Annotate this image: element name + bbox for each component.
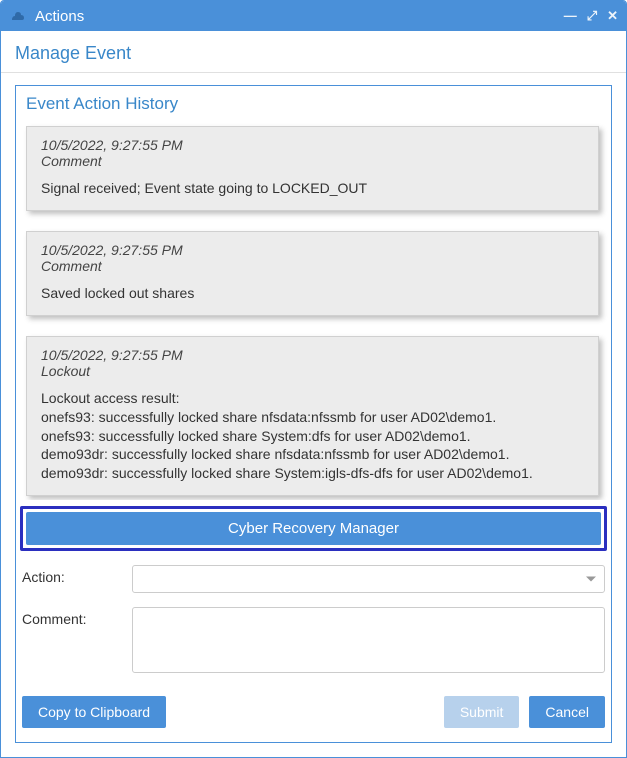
entry-message: Saved locked out shares [41,284,584,303]
maximize-button[interactable]: ⤢ [587,8,597,24]
cyber-recovery-wrap: Cyber Recovery Manager [20,506,607,551]
comment-textarea[interactable] [132,607,605,673]
copy-clipboard-button[interactable]: Copy to Clipboard [22,696,166,728]
entry-message: Lockout access result: onefs93: successf… [41,389,584,483]
entry-timestamp: 10/5/2022, 9:27:55 PM [41,242,584,258]
cyber-recovery-button[interactable]: Cyber Recovery Manager [26,512,601,545]
chevron-down-icon [586,577,596,582]
page-title: Manage Event [1,31,626,73]
actions-window: Actions — ⤢ ✕ Manage Event Event Action … [0,0,627,758]
action-select[interactable] [132,565,605,593]
submit-button[interactable]: Submit [444,696,520,728]
app-icon [9,7,27,25]
entry-timestamp: 10/5/2022, 9:27:55 PM [41,137,584,153]
entry-type: Lockout [41,363,584,379]
entry-timestamp: 10/5/2022, 9:27:55 PM [41,347,584,363]
entry-type: Comment [41,258,584,274]
history-panel: Event Action History 10/5/2022, 9:27:55 … [15,85,612,743]
history-panel-title: Event Action History [16,86,611,120]
entry-type: Comment [41,153,584,169]
form-area: Action: Comment: [16,551,611,676]
cancel-button[interactable]: Cancel [529,696,605,728]
history-list: 10/5/2022, 9:27:55 PM Comment Signal rec… [16,120,611,500]
titlebar: Actions — ⤢ ✕ [1,1,626,31]
history-entry: 10/5/2022, 9:27:55 PM Lockout Lockout ac… [26,336,599,496]
history-entry: 10/5/2022, 9:27:55 PM Comment Signal rec… [26,126,599,211]
button-row: Copy to Clipboard Submit Cancel [16,690,611,742]
history-entry: 10/5/2022, 9:27:55 PM Comment Saved lock… [26,231,599,316]
content-area: Event Action History 10/5/2022, 9:27:55 … [1,75,626,757]
close-button[interactable]: ✕ [607,8,618,24]
entry-message: Signal received; Event state going to LO… [41,179,584,198]
minimize-button[interactable]: — [564,8,577,24]
comment-label: Comment: [22,607,132,627]
window-controls: — ⤢ ✕ [564,8,618,24]
action-label: Action: [22,565,132,585]
window-title: Actions [35,8,564,25]
